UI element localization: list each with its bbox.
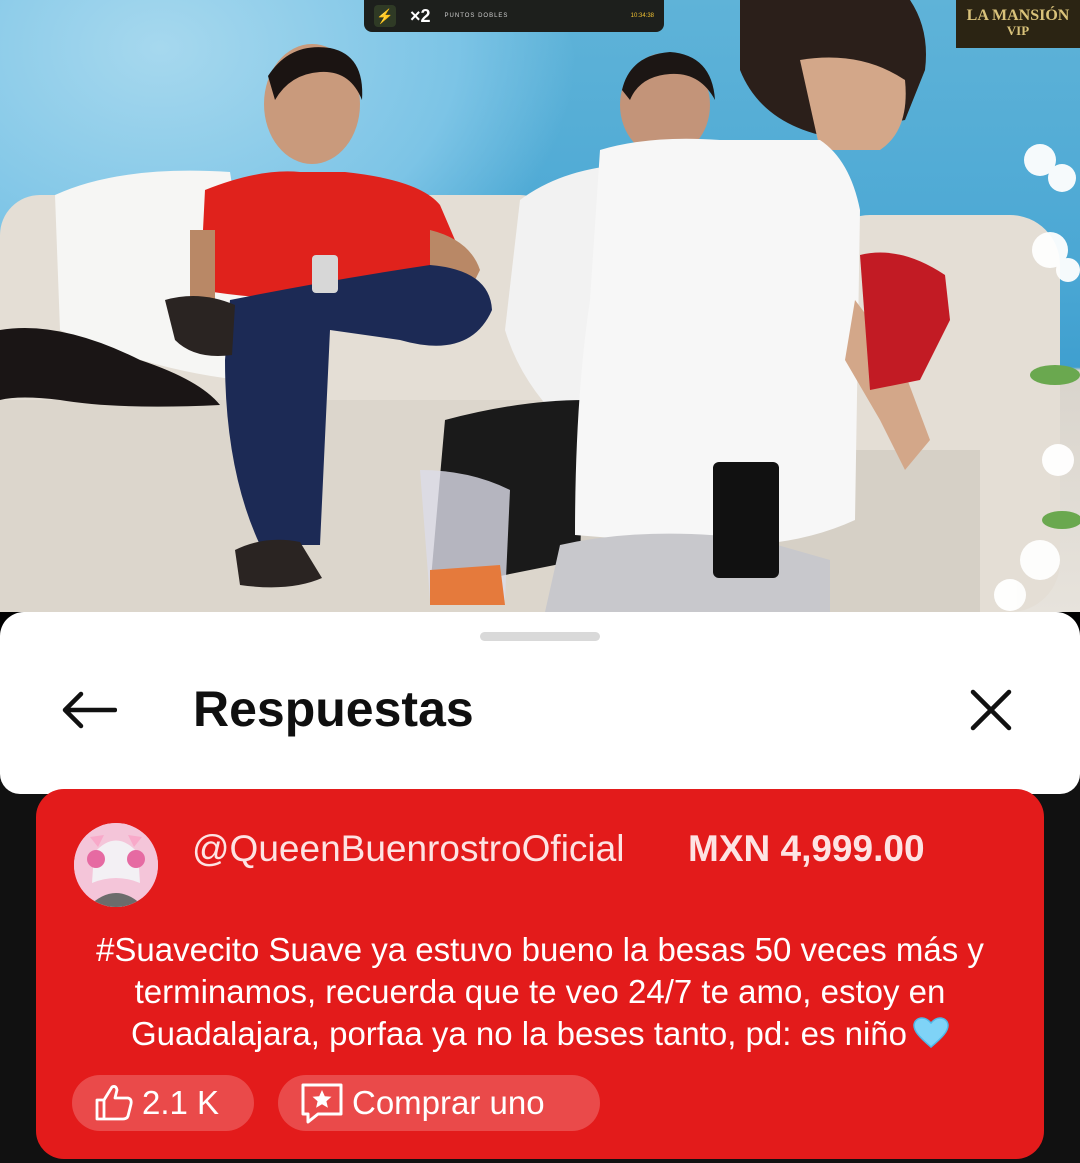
- bonus-label: PUNTOS DOBLES: [444, 13, 509, 19]
- super-chat-icon: [301, 1083, 343, 1124]
- light-blue-heart-icon: [913, 1017, 949, 1059]
- video-player[interactable]: ⚡ ×2 PUNTOS DOBLES 10:34:38 LA MANSIÓN V…: [0, 0, 1080, 612]
- panel-header: Respuestas: [0, 662, 1080, 766]
- page-title: Respuestas: [193, 681, 474, 737]
- close-icon: [970, 689, 1012, 731]
- drag-handle[interactable]: [480, 632, 600, 641]
- super-chat-amount: MXN 4,999.00: [688, 828, 925, 869]
- avatar-image: [74, 823, 158, 907]
- back-button[interactable]: [54, 684, 122, 736]
- thumbs-up-icon: [95, 1085, 133, 1121]
- multiplier-text: ×2: [410, 5, 431, 26]
- video-frame: [0, 0, 1080, 612]
- buy-super-chat-button[interactable]: Comprar uno: [278, 1075, 600, 1131]
- like-count: 2.1 K: [142, 1084, 220, 1121]
- show-logo: LA MANSIÓN VIP: [956, 0, 1080, 48]
- close-button[interactable]: [958, 682, 1024, 738]
- arrow-left-icon: [62, 691, 117, 729]
- like-button[interactable]: 2.1 K: [72, 1075, 254, 1131]
- buy-label: Comprar uno: [352, 1084, 545, 1121]
- timer-text: 10:34:38: [630, 13, 654, 19]
- super-chat-card[interactable]: @QueenBuenrostroOficial MXN 4,999.00 #Su…: [36, 789, 1044, 1159]
- username[interactable]: @QueenBuenrostroOficial: [192, 827, 672, 871]
- score-overlay: ⚡ ×2 PUNTOS DOBLES 10:34:38: [364, 0, 664, 32]
- lightning-icon: ⚡: [374, 5, 396, 27]
- comment-text: #Suavecito Suave ya estuvo bueno la besa…: [66, 929, 1014, 1059]
- avatar[interactable]: [74, 823, 158, 907]
